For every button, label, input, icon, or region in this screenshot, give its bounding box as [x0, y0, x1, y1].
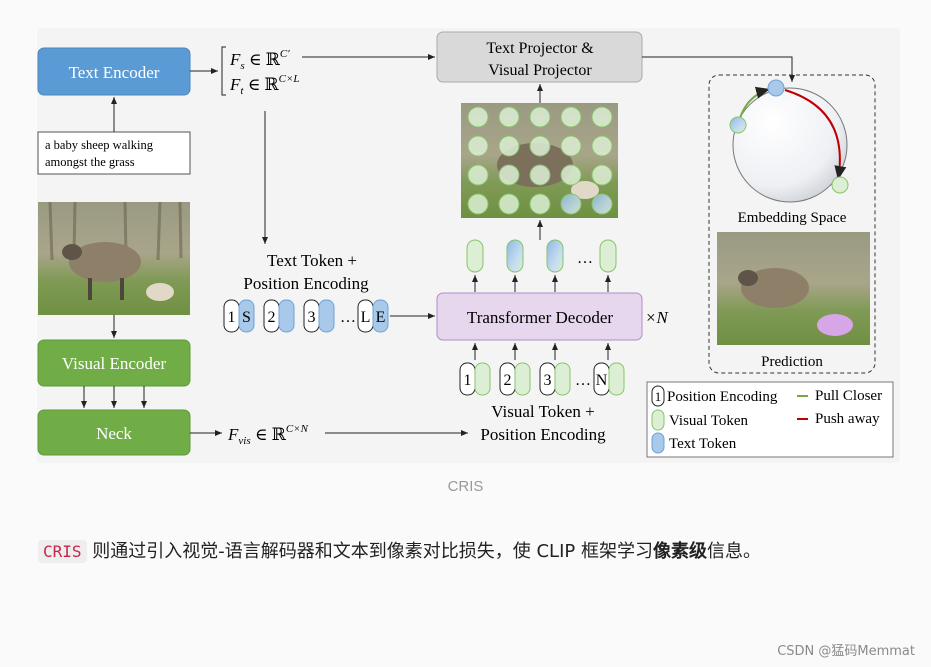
pixel-embedding-point [831, 176, 849, 194]
svg-text:Visual Encoder: Visual Encoder [62, 354, 167, 373]
pixel-token [560, 164, 582, 186]
embedding-sphere [732, 87, 848, 203]
text-token: 3 [303, 299, 335, 333]
svg-text:S: S [242, 309, 251, 326]
pixel-token [498, 135, 520, 157]
svg-text:a baby sheep walking: a baby sheep walking [45, 138, 154, 152]
paragraph-bold-text: 像素级 [652, 541, 707, 562]
svg-text:N: N [596, 372, 608, 389]
embedding-space-label: Embedding Space [738, 210, 847, 226]
legend: 1 Position Encoding Visual Token Text To… [646, 381, 894, 458]
ellipsis: … [575, 372, 591, 389]
watermark: CSDN @猛码Memmat [777, 644, 915, 659]
pixel-token [498, 164, 520, 186]
svg-text:Pull Closer: Pull Closer [815, 388, 882, 404]
pixel-embedding-point [729, 116, 747, 134]
output-visual-token [466, 239, 484, 273]
svg-text:3: 3 [308, 309, 316, 326]
text-token: 1S [223, 299, 255, 333]
text-matched-pixel-token [591, 193, 613, 215]
pixel-token-grid-image [461, 103, 618, 218]
input-caption-box: a baby sheep walking amongst the grass [37, 131, 191, 175]
svg-text:Text Token +: Text Token + [267, 251, 357, 270]
pixel-token [591, 106, 613, 128]
text-matched-pixel-token [560, 193, 582, 215]
pixel-token [467, 164, 489, 186]
svg-text:Position Encoding: Position Encoding [667, 389, 778, 405]
svg-text:3: 3 [544, 372, 552, 389]
pixel-token [467, 106, 489, 128]
svg-text:1: 1 [655, 389, 662, 404]
cris-architecture-diagram: Text Encoder a baby sheep walking amongs… [37, 28, 900, 463]
figure-caption: CRIS [447, 478, 484, 495]
svg-text:Neck: Neck [96, 424, 132, 443]
ellipsis: … [340, 309, 356, 326]
svg-text:Visual Token: Visual Token [669, 413, 749, 429]
visual-token: 3 [539, 362, 571, 396]
svg-text:Transformer Decoder: Transformer Decoder [467, 308, 614, 327]
svg-text:Text Encoder: Text Encoder [69, 63, 160, 82]
svg-text:Position Encoding: Position Encoding [243, 274, 369, 293]
article-paragraph: CRIS 则通过引入视觉-语言解码器和文本到像素对比损失，使 CLIP 框架学习… [38, 532, 908, 572]
svg-text:Push away: Push away [815, 411, 880, 427]
paragraph-text: 则通过引入视觉-语言解码器和文本到像素对比损失，使 CLIP 框架学习 [86, 541, 653, 562]
text-visual-projector-box: Text Projector & Visual Projector [436, 31, 643, 83]
visual-token: 1 [459, 362, 491, 396]
svg-text:Text Projector &: Text Projector & [486, 40, 594, 57]
pixel-token [529, 135, 551, 157]
text-encoder-box: Text Encoder [37, 47, 191, 96]
pixel-token [498, 193, 520, 215]
visual-token: N [593, 362, 625, 396]
text-token: LE [357, 299, 389, 333]
svg-text:Visual Token +: Visual Token + [491, 402, 594, 421]
pixel-token [498, 106, 520, 128]
pixel-token [529, 106, 551, 128]
output-text-like-token [546, 239, 564, 273]
svg-text:Visual Projector: Visual Projector [488, 62, 592, 79]
pixel-token [560, 135, 582, 157]
pixel-token [467, 135, 489, 157]
pixel-token [529, 164, 551, 186]
neck-box: Neck [37, 409, 191, 456]
pixel-token [467, 193, 489, 215]
svg-text:2: 2 [268, 309, 276, 326]
svg-text:2: 2 [504, 372, 512, 389]
svg-text:1: 1 [464, 372, 472, 389]
text-token: 2 [263, 299, 295, 333]
pixel-token [591, 164, 613, 186]
pixel-token [529, 193, 551, 215]
text-token-sequence: 1 S 2 3 L E… [223, 299, 389, 333]
visual-token-sequence: 1 2 3 N … [459, 362, 625, 396]
text-embedding-point [767, 79, 785, 97]
visual-encoder-box: Visual Encoder [37, 339, 191, 387]
transformer-decoder-box: Transformer Decoder [436, 292, 643, 341]
pixel-token [591, 135, 613, 157]
svg-text:E: E [376, 309, 386, 326]
svg-text:Text Token: Text Token [669, 436, 737, 452]
paragraph-text-end: 信息。 [706, 541, 761, 562]
inline-code: CRIS [38, 540, 87, 563]
svg-text:Position Encoding: Position Encoding [480, 425, 606, 444]
visual-token: 2 [499, 362, 531, 396]
svg-text:L: L [361, 309, 371, 326]
times-n-label: ×N [645, 308, 669, 327]
output-text-like-token [506, 239, 524, 273]
svg-text:amongst the grass: amongst the grass [45, 155, 135, 169]
prediction-label: Prediction [761, 354, 823, 370]
output-visual-token [599, 239, 617, 273]
svg-text:…: … [577, 250, 593, 267]
prediction-image [717, 232, 870, 345]
svg-text:1: 1 [228, 309, 236, 326]
pixel-token [560, 106, 582, 128]
input-sheep-image [38, 201, 190, 315]
